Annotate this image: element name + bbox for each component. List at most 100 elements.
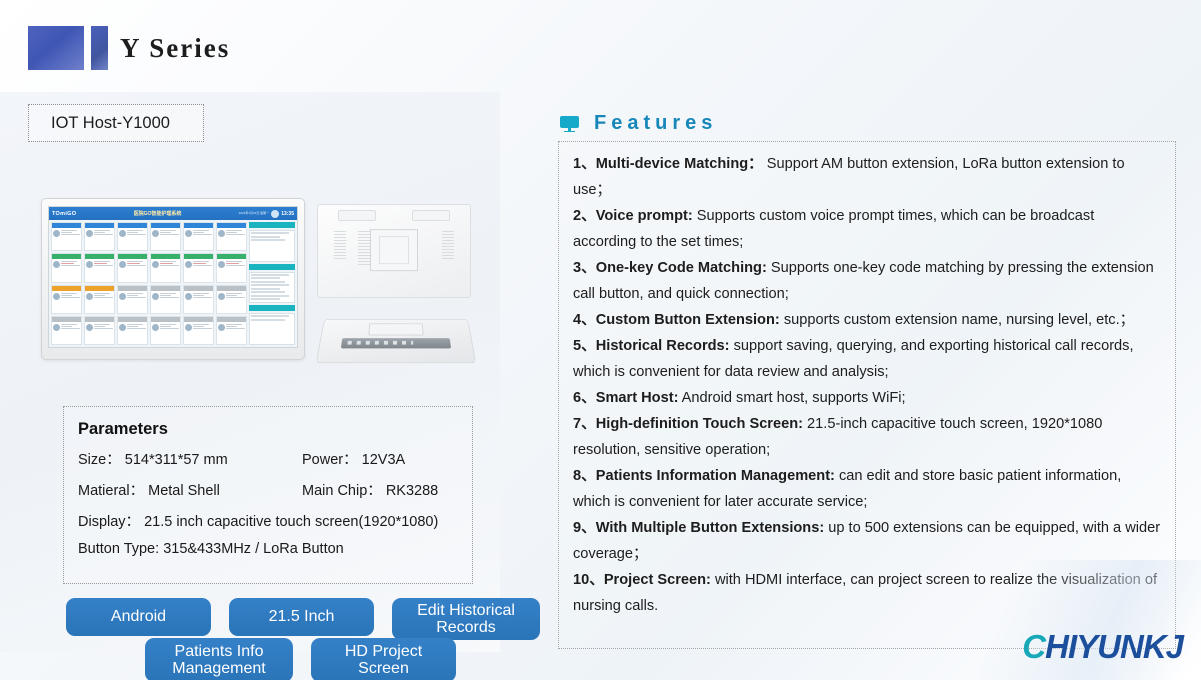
parameters-heading: Parameters	[78, 420, 168, 438]
param-value-material: Metal Shell	[148, 483, 220, 499]
feature-item: 4、Custom Button Extension: supports cust…	[573, 307, 1161, 333]
parameter-row: Display： 21.5 inch capacitive touch scre…	[78, 510, 472, 531]
feature-item: 6、Smart Host: Android smart host, suppor…	[573, 385, 1161, 411]
feature-number: 2、	[573, 208, 596, 224]
patient-card-grid	[51, 222, 247, 345]
feature-number: 4、	[573, 312, 596, 328]
feature-item: 1、Multi-device Matching： Support AM butt…	[573, 151, 1161, 203]
patient-card	[51, 222, 82, 252]
patient-card	[51, 284, 82, 314]
feature-item: 2、Voice prompt: Supports custom voice pr…	[573, 203, 1161, 255]
features-header: Features	[560, 112, 717, 135]
vesa-mount-plate	[370, 229, 418, 272]
patient-card	[216, 284, 247, 314]
feature-number: 8、	[573, 468, 596, 484]
feature-title: Historical Records:	[595, 338, 730, 354]
param-value-main-chip: RK3288	[385, 483, 439, 499]
page-title: Y Series	[120, 33, 231, 63]
monitor-icon	[560, 115, 579, 132]
page-header: Y Series	[0, 0, 1201, 88]
feature-number: 1、	[573, 156, 596, 172]
tag-android[interactable]: Android	[66, 598, 211, 636]
patient-card	[117, 284, 148, 314]
patient-card	[216, 253, 247, 283]
tag-hd-project-screen[interactable]: HD Project Screen	[311, 638, 456, 680]
feature-number: 6、	[573, 390, 596, 406]
parameter-row: Size： 514*311*57 mm Power： 12V3A	[78, 448, 472, 469]
patient-card	[84, 253, 115, 283]
feature-title: Voice prompt:	[595, 208, 693, 224]
mount-bracket	[338, 210, 376, 221]
param-label-button-type: Button Type:	[78, 541, 160, 557]
brand-logo-marks	[28, 26, 108, 70]
vent-grille	[442, 231, 454, 259]
logo-letter-c: C	[1022, 628, 1046, 665]
feature-title: One-key Code Matching:	[595, 260, 767, 276]
features-title: Features	[594, 112, 718, 134]
parameter-row: Button Type: 315&433MHz / LoRa Button	[78, 541, 472, 557]
patient-card	[183, 315, 214, 345]
feature-item: 10、Project Screen: with HDMI interface, …	[573, 567, 1161, 619]
feature-item: 7、High-definition Touch Screen: 21.5-inc…	[573, 411, 1161, 463]
product-angled-image	[315, 319, 477, 364]
vent-grille	[334, 231, 346, 259]
tag-patients-info-management[interactable]: Patients Info Management	[145, 638, 293, 680]
sidebar-section-header	[249, 222, 295, 228]
feature-number: 3、	[573, 260, 596, 276]
param-label-material: Matieral：	[78, 483, 145, 499]
patient-card	[150, 284, 181, 314]
logo-bar-small	[91, 26, 108, 70]
sidebar-call-list	[249, 271, 295, 304]
param-label-size: Size：	[78, 452, 121, 468]
feature-number: 7、	[573, 416, 596, 432]
feature-item: 9、With Multiple Button Extensions: up to…	[573, 515, 1161, 567]
param-value-display: 21.5 inch capacitive touch screen(1920*1…	[144, 514, 439, 530]
product-rear-image	[317, 204, 471, 298]
screen-title: 医院GO智能护理系统	[133, 211, 182, 217]
feature-tag-row-1: Android 21.5 Inch Edit Historical Record…	[66, 598, 540, 640]
param-value-button-type: 315&433MHz / LoRa Button	[163, 541, 344, 557]
feature-text: supports custom extension name, nursing …	[779, 312, 1135, 328]
patient-card	[216, 315, 247, 345]
feature-title: Multi-device Matching：	[595, 156, 763, 172]
patient-card	[150, 315, 181, 345]
screen-date: 2023年1月23日 星期一	[238, 210, 270, 215]
patient-card	[84, 284, 115, 314]
feature-title: Smart Host:	[595, 390, 679, 406]
patient-card	[51, 315, 82, 345]
feature-number: 5、	[573, 338, 596, 354]
param-label-display: Display：	[78, 514, 141, 530]
company-logo: CHIYUNKJ	[1022, 628, 1184, 666]
sidebar-section-header	[249, 305, 295, 312]
patient-card	[51, 253, 82, 283]
param-label-main-chip: Main Chip：	[302, 483, 382, 499]
feature-title: Custom Button Extension:	[595, 312, 780, 328]
tag-screen-size[interactable]: 21.5 Inch	[229, 598, 374, 636]
screen-sidebar	[249, 222, 295, 346]
clock-icon	[271, 209, 280, 218]
product-front-image: TOmiGO 医院GO智能护理系统 2023年1月23日 星期一 13:35	[41, 198, 305, 360]
patient-card	[117, 315, 148, 345]
feature-number: 9、	[573, 520, 596, 536]
screen-brand: TOmiGO	[52, 210, 77, 217]
parameter-row: Matieral： Metal Shell Main Chip： RK3288	[78, 479, 472, 500]
screen-clock: 2023年1月23日 星期一 13:35	[238, 209, 294, 218]
feature-title: High-definition Touch Screen:	[595, 416, 803, 432]
patient-card	[84, 315, 115, 345]
patient-card	[150, 253, 181, 283]
patient-card	[183, 222, 214, 252]
feature-number: 10、	[573, 572, 604, 588]
parameters-box: Parameters Size： 514*311*57 mm Power： 12…	[63, 406, 473, 584]
feature-text: Android smart host, supports WiFi;	[678, 390, 906, 406]
mount-handle	[368, 323, 424, 336]
feature-title: Project Screen:	[603, 572, 711, 588]
vent-grille	[358, 231, 370, 265]
tag-edit-historical-records[interactable]: Edit Historical Records	[392, 598, 540, 640]
patient-card	[150, 222, 181, 252]
patient-card	[117, 253, 148, 283]
feature-item: 8、Patients Information Management: can e…	[573, 463, 1161, 515]
logo-square-large	[28, 26, 84, 70]
feature-title: With Multiple Button Extensions:	[595, 520, 825, 536]
features-list-box: 1、Multi-device Matching： Support AM butt…	[558, 141, 1176, 649]
patient-card	[183, 284, 214, 314]
